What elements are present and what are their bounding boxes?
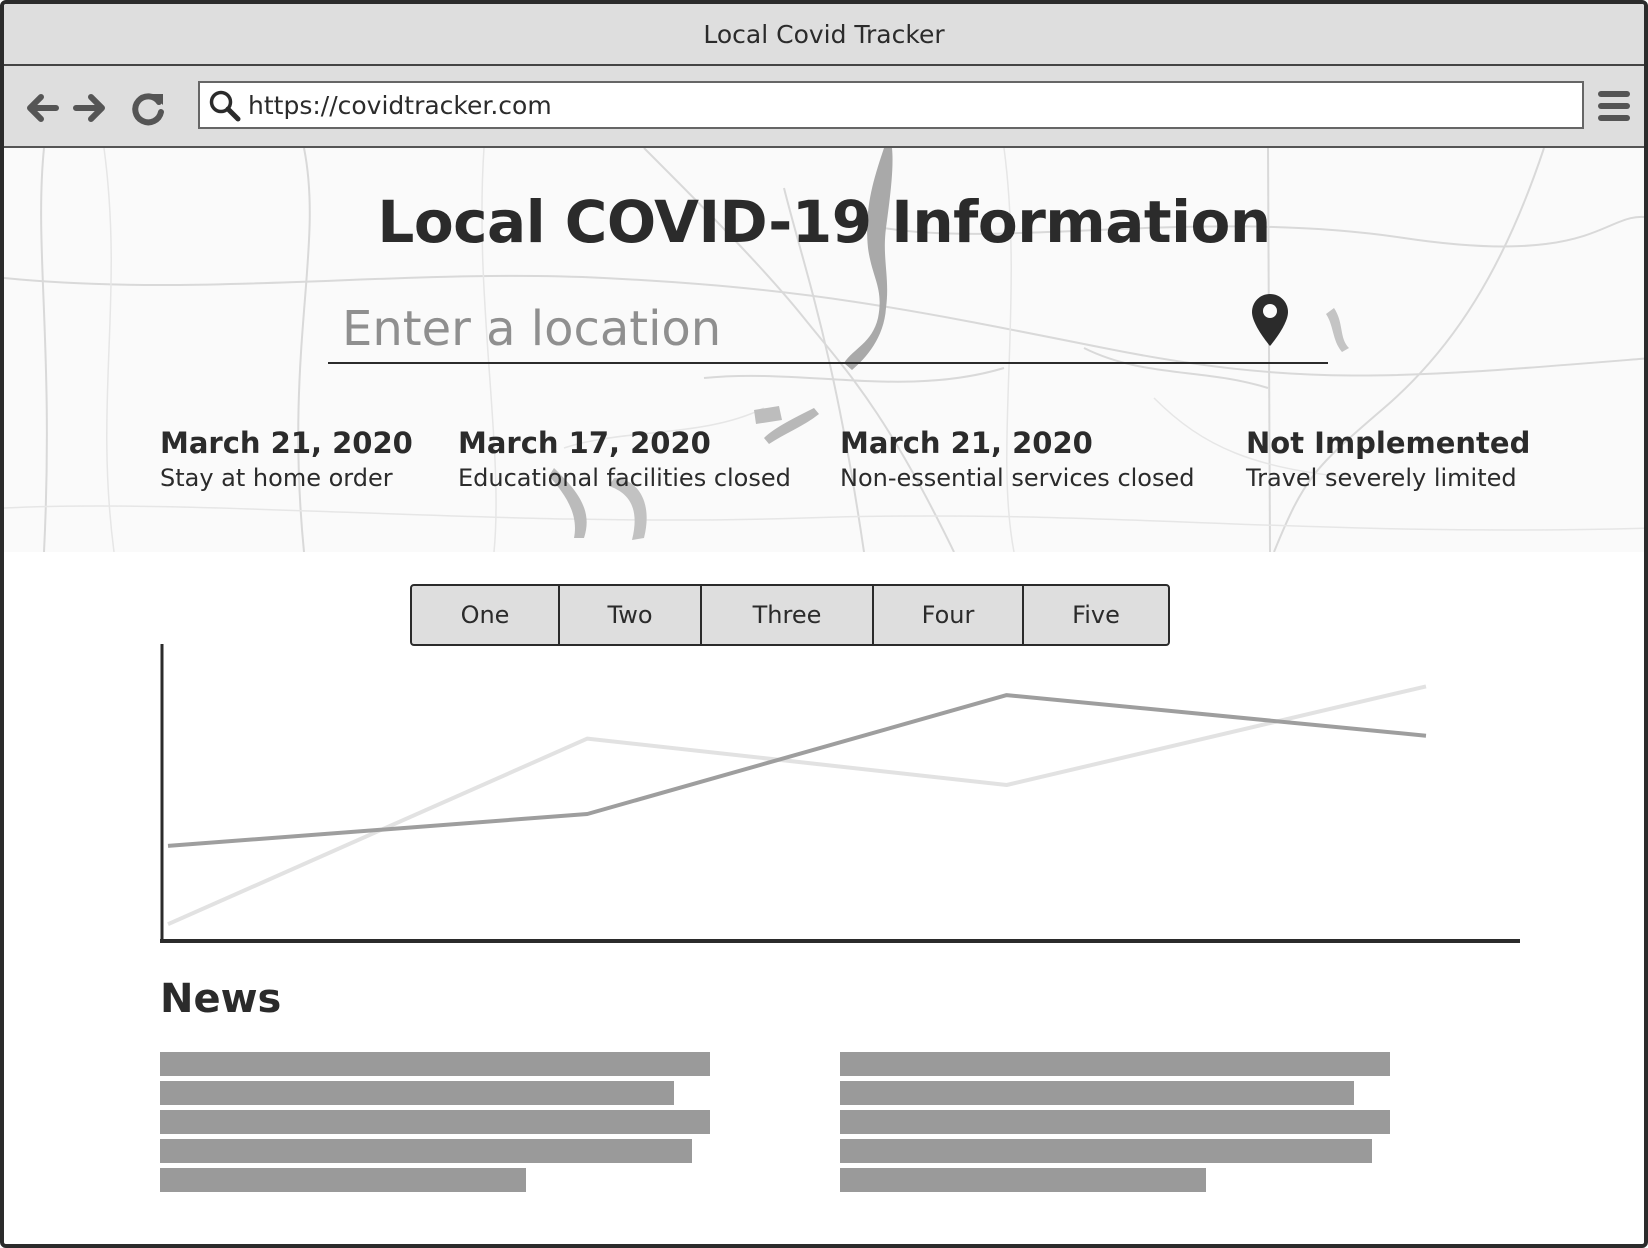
news-text-placeholder [160, 1052, 710, 1076]
stat-description: Educational facilities closed [458, 464, 791, 492]
news-text-placeholder [160, 1110, 710, 1134]
address-bar[interactable] [198, 81, 1584, 129]
tab-bar: One Two Three Four Five [410, 584, 1170, 646]
series-line-2 [167, 684, 1427, 927]
forward-button[interactable] [70, 88, 110, 128]
browser-menu-button[interactable] [1596, 86, 1632, 126]
stat-date: March 21, 2020 [840, 426, 1093, 460]
stat-description: Non-essential services closed [840, 464, 1195, 492]
news-text-placeholder [840, 1168, 1206, 1192]
stat-non-essential: March 21, 2020 Non-essential services cl… [840, 426, 1195, 492]
tab-one[interactable]: One [412, 586, 560, 644]
stat-description: Stay at home order [160, 464, 393, 492]
arrow-left-icon [27, 94, 59, 122]
tab-three[interactable]: Three [702, 586, 874, 644]
stat-travel: Not Implemented Travel severely limited [1246, 426, 1530, 492]
series-line-1 [167, 693, 1427, 848]
tab-four[interactable]: Four [874, 586, 1024, 644]
location-input[interactable] [328, 296, 1328, 364]
line-chart [160, 644, 1520, 943]
tab-two[interactable]: Two [560, 586, 702, 644]
news-article-1[interactable] [160, 1052, 710, 1197]
news-text-placeholder [840, 1081, 1354, 1105]
hero-section: Local COVID-19 Information March 21, 202… [4, 148, 1644, 552]
arrow-right-icon [73, 94, 105, 122]
navigation-bar [4, 66, 1644, 148]
tab-five[interactable]: Five [1024, 586, 1168, 644]
url-input[interactable] [248, 83, 1548, 127]
browser-window: Local Covid Tracker https://covidtracker… [0, 0, 1648, 1248]
news-text-placeholder [840, 1139, 1372, 1163]
reload-button[interactable] [128, 88, 168, 128]
news-text-placeholder [160, 1081, 674, 1105]
window-title: Local Covid Tracker [4, 4, 1644, 66]
page-title: Local COVID-19 Information [377, 188, 1271, 256]
news-text-placeholder [840, 1052, 1390, 1076]
stat-stay-at-home: March 21, 2020 Stay at home order [160, 426, 413, 492]
stat-date: March 21, 2020 [160, 426, 413, 460]
stat-date: Not Implemented [1246, 426, 1531, 460]
locate-button[interactable] [1250, 292, 1290, 348]
news-text-placeholder [160, 1168, 526, 1192]
stat-date: March 17, 2020 [458, 426, 711, 460]
news-text-placeholder [160, 1139, 692, 1163]
search-icon [209, 90, 241, 122]
hamburger-menu-icon [1598, 91, 1630, 121]
stat-education: March 17, 2020 Educational facilities cl… [458, 426, 791, 492]
reload-icon [132, 93, 164, 126]
news-article-2[interactable] [840, 1052, 1390, 1197]
news-text-placeholder [840, 1110, 1390, 1134]
news-heading: News [160, 976, 282, 1022]
back-button[interactable] [22, 88, 62, 128]
stat-description: Travel severely limited [1246, 464, 1517, 492]
map-pin-icon [1252, 294, 1288, 346]
